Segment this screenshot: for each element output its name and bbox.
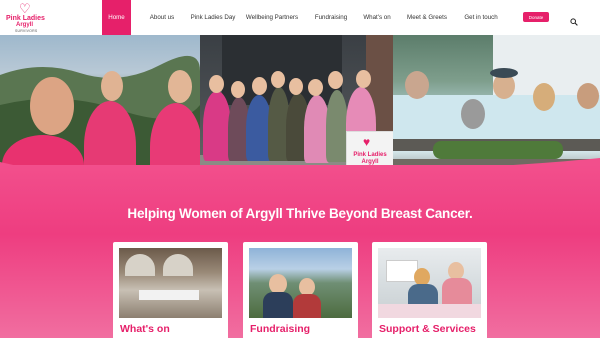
photo-detail <box>263 292 293 318</box>
photo-detail <box>125 254 155 276</box>
person-head <box>405 71 429 99</box>
person-head <box>533 83 555 111</box>
person-head <box>101 71 123 101</box>
person-head <box>271 71 285 88</box>
person-head <box>252 77 267 95</box>
person-head <box>328 71 343 89</box>
shower-cap <box>490 68 518 78</box>
person-head <box>461 99 485 129</box>
site-logo[interactable]: ♡ Pink Ladies Argyll SURVIVORS <box>6 2 48 33</box>
hot-tub-water <box>393 95 600 145</box>
card-image-support-services <box>378 248 481 318</box>
logo-text-line3: SURVIVORS <box>15 29 38 33</box>
heart-icon: ♥ <box>363 135 371 149</box>
card-title-whats-on[interactable]: What's on <box>120 323 170 335</box>
main-menu: Home About us Pink Ladies Day Wellbeing … <box>102 0 505 35</box>
nav-item-wellbeing-partners[interactable]: Wellbeing Partners <box>239 0 305 35</box>
person-head <box>269 274 287 294</box>
card-title-fundraising[interactable]: Fundraising <box>250 323 310 335</box>
nav-item-pink-ladies-day[interactable]: Pink Ladies Day <box>188 0 238 35</box>
card-fundraising[interactable]: Fundraising <box>243 242 358 342</box>
nav-item-about-us[interactable]: About us <box>137 0 187 35</box>
person-head <box>308 79 323 96</box>
photo-detail <box>139 290 199 300</box>
card-title-support-services[interactable]: Support & Services <box>379 323 476 335</box>
logo-text-line2: Argyll <box>16 22 34 28</box>
person-head <box>168 70 192 103</box>
person-head <box>289 78 303 95</box>
person-head <box>231 81 245 98</box>
card-image-fundraising <box>249 248 352 318</box>
top-navigation: ♡ Pink Ladies Argyll SURVIVORS Home Abou… <box>0 0 600 35</box>
donate-button[interactable]: Donate <box>523 12 549 22</box>
search-icon[interactable] <box>570 13 578 26</box>
nav-item-whats-on[interactable]: What's on <box>357 0 397 35</box>
person-head <box>30 77 74 135</box>
card-whats-on[interactable]: What's on <box>113 242 228 342</box>
person-head <box>577 83 599 109</box>
photo-detail <box>378 304 481 318</box>
person-head <box>356 70 371 88</box>
tagline-heading: Helping Women of Argyll Thrive Beyond Br… <box>127 206 473 221</box>
heart-ribbon-icon: ♡ <box>19 1 31 16</box>
nav-item-home[interactable]: Home <box>102 0 131 35</box>
nav-item-meet-and-greets[interactable]: Meet & Greets <box>399 0 455 35</box>
photo-detail <box>163 254 193 276</box>
nav-item-fundraising[interactable]: Fundraising <box>306 0 356 35</box>
card-support-services[interactable]: Support & Services <box>372 242 487 342</box>
person-head <box>209 75 224 93</box>
nav-item-get-in-touch[interactable]: Get in touch <box>457 0 505 35</box>
card-image-whats-on <box>119 248 222 318</box>
photo-detail <box>293 294 321 318</box>
